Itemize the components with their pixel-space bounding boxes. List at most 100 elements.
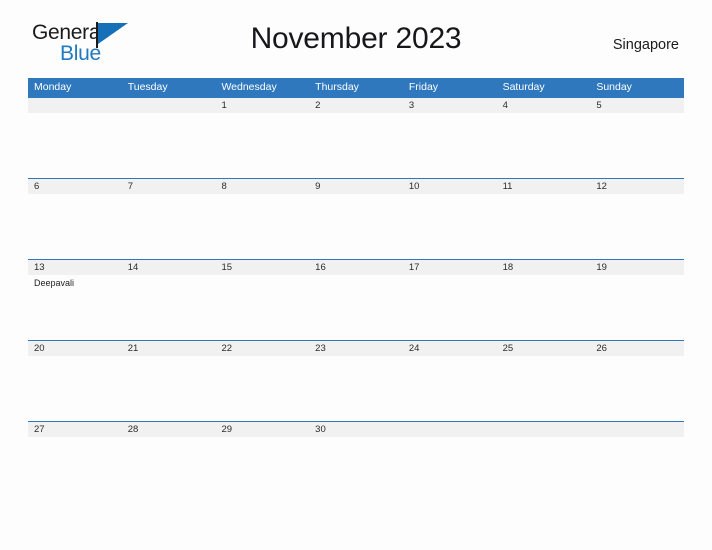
day-cell[interactable] [215,437,309,502]
day-of-week-header: Monday Tuesday Wednesday Thursday Friday… [28,78,684,97]
day-number[interactable]: 6 [28,179,122,194]
day-number[interactable]: 25 [497,341,591,356]
week-event-band [28,356,684,421]
day-number[interactable]: 26 [590,341,684,356]
dow-sunday: Sunday [596,81,632,93]
dow-monday: Monday [34,81,72,93]
day-number[interactable]: 30 [309,422,403,437]
calendar-week-row: 27 28 29 30 [28,421,684,502]
day-number[interactable]: 20 [28,341,122,356]
dow-thursday: Thursday [315,81,359,93]
day-cell[interactable] [403,356,497,421]
day-number[interactable]: 21 [122,341,216,356]
day-cell[interactable] [28,437,122,502]
week-number-band: 12345 [28,97,684,113]
page-header: General Blue November 2023 Singapore [28,0,684,64]
day-cell[interactable] [28,194,122,259]
day-cell[interactable] [309,113,403,178]
week-number-band: 20 21 22 23 24 25 26 [28,340,684,356]
day-number[interactable] [403,422,497,437]
day-number[interactable] [590,422,684,437]
dow-tuesday: Tuesday [127,81,168,93]
calendar-page: General Blue November 2023 Singapore Mon… [0,0,712,550]
day-number[interactable]: 11 [497,179,591,194]
day-cell[interactable] [590,194,684,259]
day-number[interactable]: 4 [497,98,591,113]
locale-label: Singapore [612,37,679,53]
calendar-week-row: 13 14 15 16 17 18 19 Deepavali [28,259,684,340]
calendar-weeks: 1 2 3 4 5 6 7 8 9 10 11 12 13 14 15 16 17 18 19 Deepavali 20… [28,97,684,502]
day-number[interactable] [28,98,122,113]
week-event-band [28,194,684,259]
day-number[interactable]: 24 [403,341,497,356]
day-cell[interactable] [497,356,591,421]
day-number[interactable]: 17 [403,260,497,275]
page-title: November 2023 [250,22,462,55]
day-cell[interactable] [590,113,684,178]
day-cell[interactable] [28,113,122,178]
day-number[interactable]: 29 [215,422,309,437]
day-number[interactable]: 27 [28,422,122,437]
day-cell[interactable] [403,275,497,340]
calendar-week-row: 6 7 8 9 10 11 12 [28,178,684,259]
day-cell[interactable] [497,194,591,259]
day-cell[interactable] [309,437,403,502]
week-event-band [28,113,684,178]
week-number-band: 13 14 15 16 17 18 19 [28,259,684,275]
day-number[interactable]: 12 [590,179,684,194]
dow-friday: Friday [408,81,439,93]
day-number[interactable] [497,422,591,437]
day-event: Deepavali [34,278,75,288]
week-event-band [28,437,684,502]
day-cell[interactable]: Deepavali [28,275,122,340]
day-cell[interactable] [28,356,122,421]
day-number[interactable]: 22 [215,341,309,356]
day-cell[interactable] [215,356,309,421]
day-cell[interactable] [122,356,216,421]
day-cell[interactable] [215,275,309,340]
day-number[interactable]: 1 [215,98,309,113]
day-cell[interactable] [215,194,309,259]
day-number[interactable]: 18 [497,260,591,275]
day-cell[interactable] [122,437,216,502]
week-number-band: 6 7 8 9 10 11 12 [28,178,684,194]
day-number[interactable]: 2 [309,98,403,113]
week-event-band: Deepavali [28,275,684,340]
day-cell[interactable] [122,275,216,340]
day-cell[interactable] [590,275,684,340]
day-number[interactable]: 23 [309,341,403,356]
day-cell[interactable] [122,113,216,178]
day-number[interactable]: 7 [122,179,216,194]
day-cell[interactable] [590,356,684,421]
day-cell[interactable] [403,437,497,502]
day-cell[interactable] [403,194,497,259]
dow-saturday: Saturday [502,81,545,93]
day-cell[interactable] [309,194,403,259]
day-number[interactable]: 13 [28,260,122,275]
day-number[interactable]: 14 [122,260,216,275]
day-cell[interactable] [403,113,497,178]
day-cell[interactable] [497,275,591,340]
day-cell[interactable] [497,437,591,502]
day-number[interactable]: 9 [309,179,403,194]
day-number[interactable]: 5 [590,98,684,113]
calendar-grid: Monday Tuesday Wednesday Thursday Friday… [28,78,684,502]
day-cell[interactable] [497,113,591,178]
day-cell[interactable] [215,113,309,178]
day-number[interactable]: 19 [590,260,684,275]
day-cell[interactable] [590,437,684,502]
day-number[interactable]: 3 [403,98,497,113]
day-number[interactable] [122,98,216,113]
calendar-week-row: 20 21 22 23 24 25 26 [28,340,684,421]
dow-wednesday: Wednesday [221,81,277,93]
week-number-band: 27 28 29 30 [28,421,684,437]
day-cell[interactable] [122,194,216,259]
day-number[interactable]: 28 [122,422,216,437]
day-cell[interactable] [309,275,403,340]
day-number[interactable]: 10 [403,179,497,194]
calendar-week-row: 12345 [28,97,684,178]
day-cell[interactable] [309,356,403,421]
day-number[interactable]: 15 [215,260,309,275]
day-number[interactable]: 8 [215,179,309,194]
day-number[interactable]: 16 [309,260,403,275]
